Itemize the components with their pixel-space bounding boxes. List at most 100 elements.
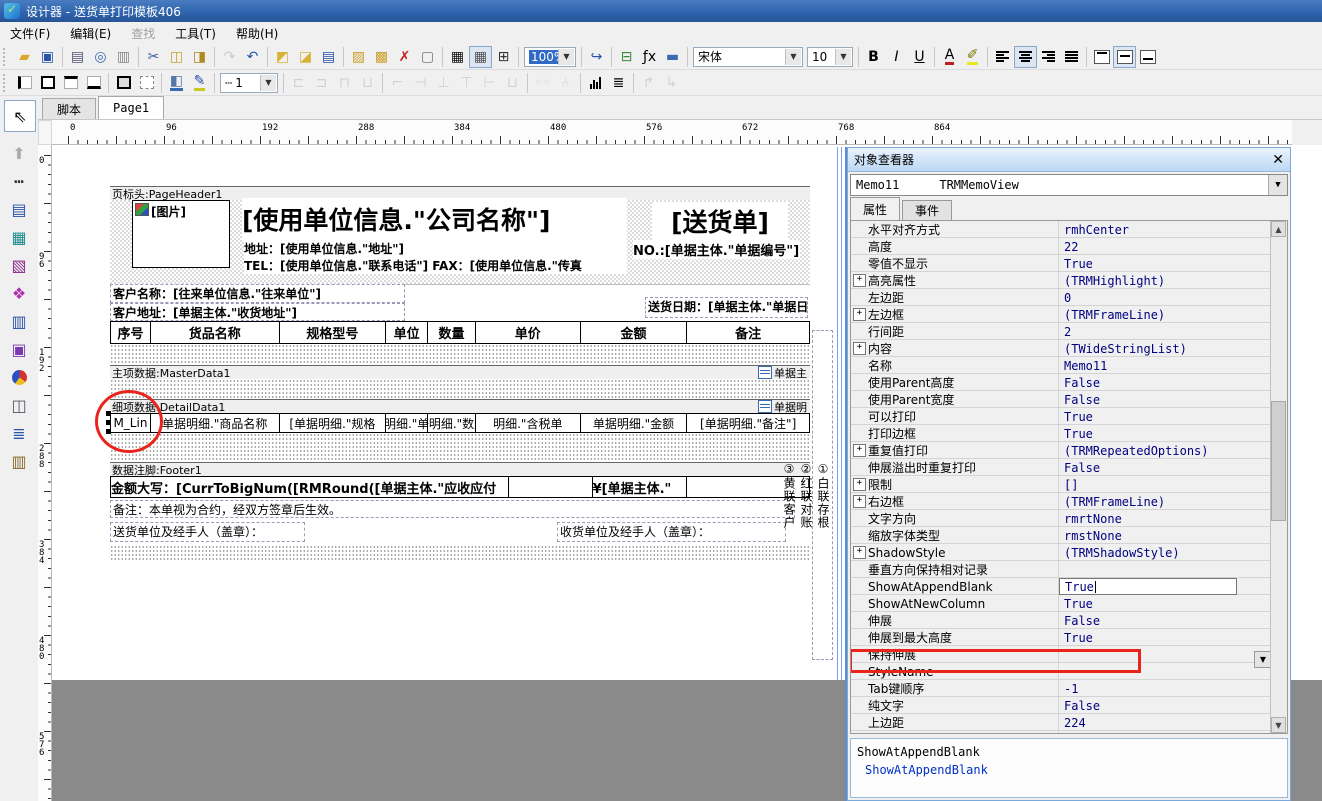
toolbar-align-justify-button[interactable] xyxy=(1060,46,1083,68)
property-row[interactable]: 高亮属性+(TRMHighlight) xyxy=(851,272,1272,289)
toolbar-delete-page-button[interactable]: ✗ xyxy=(393,46,416,68)
property-value[interactable]: 22 xyxy=(1059,238,1272,255)
expand-icon[interactable]: + xyxy=(853,733,866,734)
header-cell[interactable]: 规格型号 xyxy=(280,322,387,343)
toolbar-dialog-form-button[interactable]: ▬ xyxy=(661,46,684,68)
title-bar[interactable]: 设计器 - 送货单打印模板406 xyxy=(0,0,1322,22)
toolbar-frame-bottom-button[interactable] xyxy=(82,72,105,94)
property-value[interactable]: rmstNone xyxy=(1059,527,1272,544)
property-row[interactable]: 打印边框True xyxy=(851,425,1272,442)
picture-placeholder[interactable]: [图片] xyxy=(132,200,230,268)
toolbar-underline-button[interactable]: U xyxy=(908,46,931,68)
property-row[interactable]: 纯文字False xyxy=(851,697,1272,714)
menu-edit[interactable]: 编辑(E) xyxy=(60,23,121,44)
customer-addr-memo[interactable]: 客户地址：[单据主体."收货地址"] xyxy=(110,303,405,321)
richtext-tool[interactable]: ▥ xyxy=(4,308,34,334)
toolbar-merge-cells-button[interactable]: ⊞ xyxy=(492,46,515,68)
property-value[interactable]: True xyxy=(1059,595,1272,612)
property-value[interactable]: (TRMShadowStyle) xyxy=(1059,544,1272,561)
header-cell[interactable]: 序号 xyxy=(111,322,151,343)
barcode-tool[interactable]: ▥ xyxy=(4,448,34,474)
property-row[interactable]: Tab键顺序-1 xyxy=(851,680,1272,697)
property-value[interactable]: False xyxy=(1059,697,1272,714)
scrollbar[interactable]: ▲ ▼ xyxy=(1270,221,1287,733)
detail-cell[interactable]: 单据明细."商品名称 xyxy=(151,414,280,432)
property-grid[interactable]: 水平对齐方式rmhCenter高度22零值不显示True高亮属性+(TRMHig… xyxy=(850,220,1288,734)
property-row[interactable]: 伸展到最大高度True xyxy=(851,629,1272,646)
delivery-date-memo[interactable]: 送货日期：[单据主体."单据日 xyxy=(645,297,808,318)
toolbar-fx-button[interactable]: ƒx xyxy=(638,46,661,68)
expand-icon[interactable]: + xyxy=(853,308,866,321)
menu-help[interactable]: 帮助(H) xyxy=(226,23,288,44)
expand-icon[interactable]: + xyxy=(853,342,866,355)
detail-cell[interactable]: 明细."单 xyxy=(386,414,428,432)
property-row[interactable]: 重复值打印+(TRMRepeatedOptions) xyxy=(851,442,1272,459)
tab-page1[interactable]: Page1 xyxy=(98,96,164,119)
band-detaildata[interactable]: 细项数据:DetailData1 单据明 xyxy=(110,399,810,413)
expand-icon[interactable]: + xyxy=(853,478,866,491)
property-value[interactable]: rmrtNone xyxy=(1059,510,1272,527)
property-row[interactable]: 缩放字体类型rmstNone xyxy=(851,527,1272,544)
toolbar-cut-button[interactable]: ✂ xyxy=(142,46,165,68)
property-row[interactable]: 限制+[] xyxy=(851,476,1272,493)
scroll-thumb[interactable] xyxy=(1271,401,1286,521)
menu-find[interactable]: 查找 xyxy=(121,23,165,44)
toolbar-text-block-button[interactable]: ▤ xyxy=(317,46,340,68)
property-row[interactable]: 名称Memo11 xyxy=(851,357,1272,374)
toolbar-size-chart-button[interactable] xyxy=(584,72,607,94)
toolbar-new-report-button[interactable]: ▨ xyxy=(347,46,370,68)
inspector-tab-属性[interactable]: 属性 xyxy=(850,197,900,220)
toolbar-send-back-button[interactable]: ◪ xyxy=(294,46,317,68)
property-row[interactable]: 水平对齐方式rmhCenter xyxy=(851,221,1272,238)
dbtext-tool[interactable]: ▦ xyxy=(4,224,34,250)
copy-labels-memo[interactable]: ①白联存根②红联对账③黄联客户 xyxy=(812,330,833,660)
table-header-row[interactable]: 序号货品名称规格型号单位数量单价金额备注 xyxy=(110,321,810,344)
toolbar-print-button[interactable]: ▤ xyxy=(66,46,89,68)
chevron-down-icon[interactable]: ▼ xyxy=(1268,175,1287,195)
sender-sign-memo[interactable]: 送货单位及经手人（盖章）： xyxy=(110,522,305,542)
property-value[interactable]: 224 xyxy=(1059,714,1272,731)
property-value[interactable]: 0 xyxy=(1059,289,1272,306)
expand-icon[interactable]: + xyxy=(853,495,866,508)
description-link[interactable]: ShowAtAppendBlank xyxy=(865,763,1281,777)
property-value[interactable]: True xyxy=(1059,408,1272,425)
property-value[interactable]: -1 xyxy=(1059,680,1272,697)
shape-tool[interactable]: ❖ xyxy=(4,280,34,306)
toolbar-bold-button[interactable]: B xyxy=(862,46,885,68)
toolbar-open-button[interactable]: ▰ xyxy=(13,46,36,68)
property-value[interactable]: (TRMRepeatedOptions) xyxy=(1059,442,1272,459)
property-value[interactable]: True xyxy=(1059,629,1272,646)
toolbar-undo-button[interactable]: ↶ xyxy=(241,46,264,68)
memo-tool[interactable]: ▤ xyxy=(4,196,34,222)
toolbar-blank-page-button[interactable]: ▢ xyxy=(416,46,439,68)
property-row[interactable]: 文字方向rmrtNone xyxy=(851,510,1272,527)
property-row[interactable]: 伸展False xyxy=(851,612,1272,629)
toolbar-new-page-button[interactable]: ▩ xyxy=(370,46,393,68)
band-footer[interactable]: 数据注脚:Footer1 xyxy=(110,462,810,476)
toolbar-frame-all-button[interactable] xyxy=(36,72,59,94)
toolbar-snap-grid-button[interactable]: ▦ xyxy=(469,46,492,68)
header-cell[interactable]: 单价 xyxy=(476,322,581,343)
expand-icon[interactable]: + xyxy=(853,444,866,457)
toolbar-exit-button[interactable]: ↪ xyxy=(585,46,608,68)
amount-row[interactable]: 金额大写：[CurrToBigNum([RMRound([单据主体."应收应付¥… xyxy=(110,476,810,498)
property-value[interactable]: (TRMHighlight) xyxy=(1059,272,1272,289)
ole-tool[interactable]: ◫ xyxy=(4,392,34,418)
tab-script[interactable]: 脚本 xyxy=(42,98,96,119)
property-row[interactable]: 右边框+(TRMFrameLine) xyxy=(851,493,1272,510)
toolbar-font-color-button[interactable]: A xyxy=(938,46,961,68)
property-row[interactable]: ShowAtAppendBlankTrue xyxy=(851,578,1272,595)
property-row[interactable]: ShowAtNewColumnTrue xyxy=(851,595,1272,612)
property-value[interactable]: True xyxy=(1059,425,1272,442)
toolbar-highlight-button[interactable]: ✐ xyxy=(961,46,984,68)
subreport-tool[interactable]: ▣ xyxy=(4,336,34,362)
detail-cell[interactable]: 明细."含税单 xyxy=(476,414,581,432)
toolbar-bring-front-button[interactable]: ◩ xyxy=(271,46,294,68)
toolbar-frame-left-button[interactable] xyxy=(13,72,36,94)
property-value[interactable]: False xyxy=(1059,391,1272,408)
header-cell[interactable]: 单位 xyxy=(386,322,428,343)
toolbar-grid-button[interactable]: ▦ xyxy=(446,46,469,68)
toolbar-frame-none-button[interactable] xyxy=(135,72,158,94)
menu-tools[interactable]: 工具(T) xyxy=(165,23,226,44)
toolbar-page-setup-button[interactable]: ▥ xyxy=(112,46,135,68)
